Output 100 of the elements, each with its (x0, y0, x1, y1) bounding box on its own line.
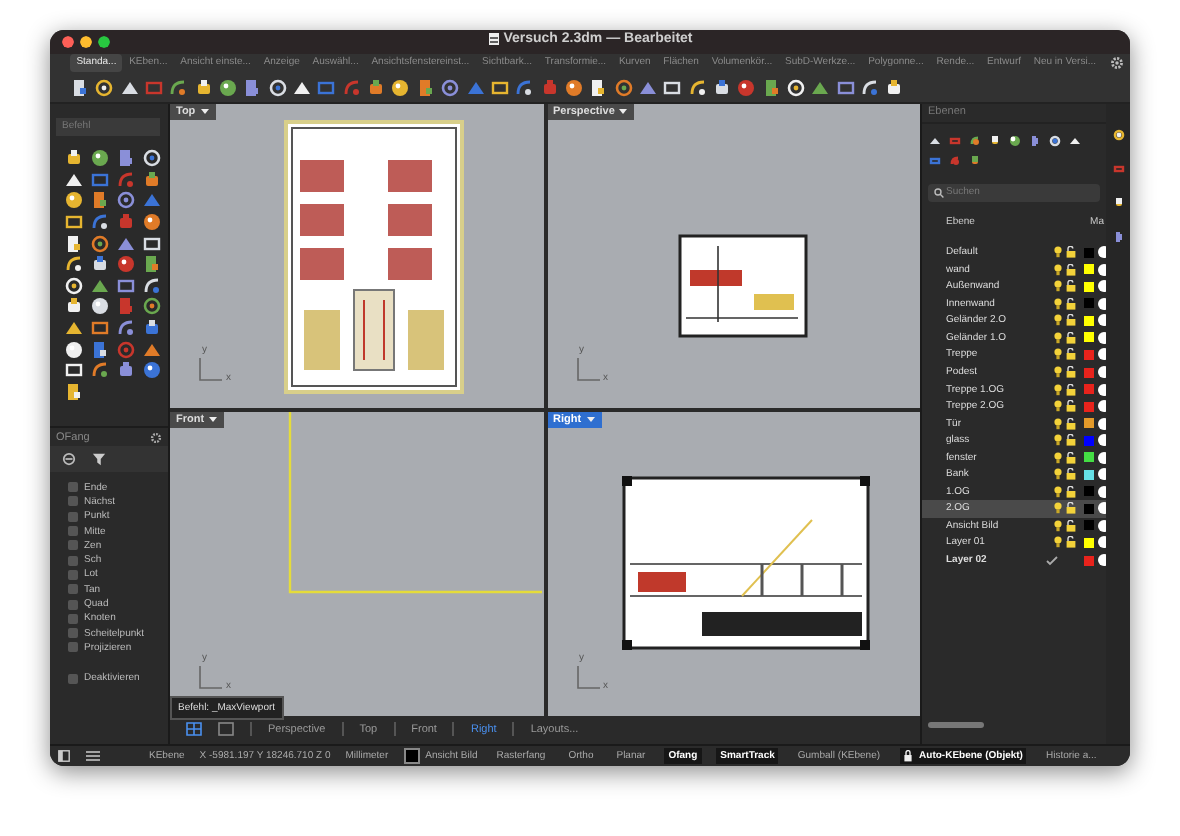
color-swatch[interactable] (1083, 401, 1093, 412)
snap-icon[interactable] (62, 452, 76, 467)
light-bulb-icon[interactable] (1053, 331, 1061, 344)
unlocked-icon[interactable] (1066, 400, 1076, 413)
tool-icon[interactable] (90, 254, 110, 275)
color-swatch[interactable] (1083, 298, 1093, 309)
tool-icon[interactable] (64, 212, 84, 232)
light-bulb-icon[interactable] (1053, 485, 1061, 498)
light-bulb-icon[interactable] (1053, 400, 1061, 413)
tool-icon[interactable] (119, 77, 140, 98)
tool-icon[interactable] (218, 77, 239, 98)
color-swatch[interactable] (1083, 555, 1093, 566)
color-swatch[interactable] (1083, 247, 1093, 258)
unlocked-icon[interactable] (1066, 246, 1076, 259)
filter-icon[interactable] (92, 452, 106, 467)
color-swatch[interactable] (1083, 520, 1093, 531)
checkbox[interactable] (68, 555, 78, 566)
tool-icon[interactable] (64, 254, 84, 275)
tool-icon[interactable] (860, 77, 880, 98)
tool-icon[interactable] (711, 77, 732, 98)
tool-icon[interactable] (90, 339, 110, 360)
scrollbar-thumb[interactable] (928, 721, 984, 728)
unlocked-icon[interactable] (1066, 485, 1076, 498)
tool-icon[interactable] (64, 339, 84, 360)
light-bulb-icon[interactable] (1053, 383, 1061, 396)
tool-icon[interactable] (116, 254, 136, 275)
checkbox[interactable] (68, 584, 78, 595)
light-bulb-icon[interactable] (1053, 502, 1061, 515)
tool-icon[interactable] (64, 381, 84, 402)
color-swatch[interactable] (1083, 537, 1093, 548)
color-swatch[interactable] (1083, 367, 1093, 378)
list-icon[interactable] (85, 749, 99, 762)
light-bulb-icon[interactable] (1053, 263, 1061, 276)
unlocked-icon[interactable] (1066, 468, 1076, 481)
caret-icon[interactable] (585, 414, 596, 425)
light-bulb-icon[interactable] (1053, 366, 1061, 379)
tool-icon[interactable] (292, 77, 313, 98)
light-bulb-icon[interactable] (1053, 417, 1061, 430)
checkbox[interactable] (68, 599, 78, 610)
sidebar-icon[interactable] (58, 749, 70, 762)
unlocked-icon[interactable] (1066, 434, 1076, 447)
tool-icon[interactable] (142, 233, 162, 254)
unlocked-icon[interactable] (1066, 297, 1076, 310)
tool-icon[interactable] (142, 275, 162, 296)
tool-icon[interactable] (687, 77, 708, 98)
lock-icon[interactable] (903, 749, 912, 762)
tool-icon[interactable] (64, 296, 84, 317)
panel-tab-icon[interactable] (1111, 195, 1125, 210)
single-view-icon[interactable] (218, 722, 234, 737)
light-bulb-icon[interactable] (1053, 536, 1061, 549)
tool-icon[interactable] (662, 77, 683, 98)
light-bulb-icon[interactable] (1053, 434, 1061, 447)
unlocked-icon[interactable] (1066, 383, 1076, 396)
color-swatch[interactable] (1083, 281, 1093, 292)
light-bulb-icon[interactable] (1053, 519, 1061, 532)
checkbox[interactable] (68, 526, 78, 537)
tool-icon[interactable] (64, 233, 84, 254)
color-swatch[interactable] (1083, 332, 1093, 343)
unlocked-icon[interactable] (1066, 263, 1076, 276)
layer-tool-icon[interactable] (988, 133, 1002, 148)
checkbox[interactable] (68, 628, 78, 639)
unlocked-icon[interactable] (1066, 451, 1076, 464)
tool-icon[interactable] (563, 77, 584, 98)
checkbox[interactable] (68, 642, 78, 653)
light-bulb-icon[interactable] (1053, 297, 1061, 310)
tool-icon[interactable] (70, 77, 90, 98)
checkbox[interactable] (68, 569, 78, 580)
minimize-button[interactable] (80, 35, 92, 48)
light-bulb-icon[interactable] (1053, 280, 1061, 293)
layer-color-swatch[interactable] (403, 747, 420, 764)
tool-icon[interactable] (94, 77, 115, 98)
unlocked-icon[interactable] (1066, 417, 1076, 430)
checkbox[interactable] (68, 511, 78, 522)
checkbox[interactable] (68, 482, 78, 493)
color-swatch[interactable] (1083, 264, 1093, 275)
color-swatch[interactable] (1083, 349, 1093, 360)
tool-icon[interactable] (736, 77, 757, 98)
tool-icon[interactable] (514, 77, 535, 98)
color-swatch[interactable] (1083, 315, 1093, 326)
tool-icon[interactable] (588, 77, 609, 98)
checkbox[interactable] (68, 540, 78, 551)
grid-layout-icon[interactable] (186, 722, 202, 737)
tool-icon[interactable] (90, 148, 110, 169)
color-swatch[interactable] (1083, 486, 1093, 497)
unlocked-icon[interactable] (1066, 280, 1076, 293)
unlocked-icon[interactable] (1066, 366, 1076, 379)
color-swatch[interactable] (1083, 384, 1093, 395)
tool-icon[interactable] (64, 317, 84, 338)
settings-icon[interactable] (1110, 55, 1124, 70)
tool-icon[interactable] (64, 148, 84, 169)
light-bulb-icon[interactable] (1053, 246, 1061, 259)
tool-icon[interactable] (142, 212, 162, 232)
tool-icon[interactable] (193, 77, 214, 98)
tool-icon[interactable] (142, 317, 162, 338)
tool-icon[interactable] (90, 212, 110, 232)
unlocked-icon[interactable] (1066, 536, 1076, 549)
close-button[interactable] (62, 35, 74, 48)
unlocked-icon[interactable] (1066, 314, 1076, 327)
checkbox[interactable] (68, 496, 78, 507)
panel-tab-icon[interactable] (1111, 127, 1125, 142)
